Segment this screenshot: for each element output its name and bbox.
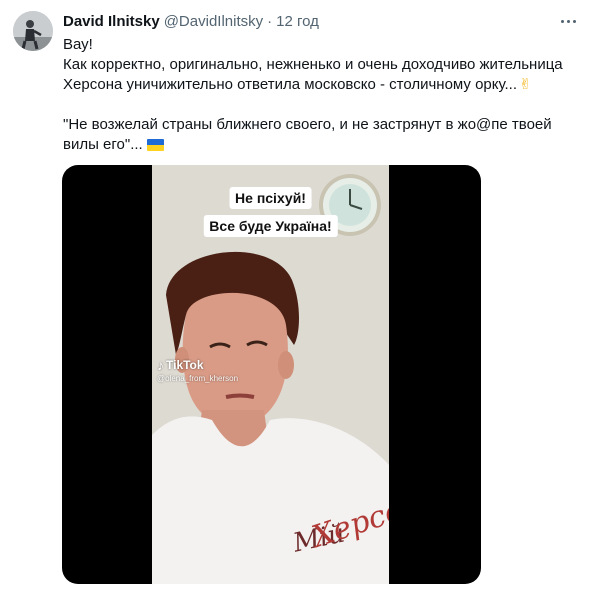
tweet-line: Вау! bbox=[63, 36, 93, 53]
author-handle[interactable]: @DavidIlnitsky bbox=[164, 13, 263, 30]
tweet-line-text: Херсона уничижительно ответила московско… bbox=[63, 76, 517, 93]
avatar-photo-icon bbox=[13, 11, 53, 51]
tweet-text: Вау! Как корректно, оригинально, нежнень… bbox=[63, 35, 583, 155]
quote-line: вилы его"... bbox=[63, 135, 583, 155]
more-dot bbox=[567, 20, 570, 23]
separator: · bbox=[267, 12, 273, 30]
more-dot bbox=[561, 20, 564, 23]
tweet-header: David Ilnitsky @DavidIlnitsky · 12 год bbox=[63, 11, 319, 31]
tiktok-logo: ♪ TikTok bbox=[157, 357, 238, 373]
tweet-line: Как корректно, оригинально, нежненько и … bbox=[63, 56, 563, 73]
video-frame: Мій Херсон Не псіхуй! Все буде Україна! … bbox=[152, 165, 389, 584]
tweet: David Ilnitsky @DavidIlnitsky · 12 год В… bbox=[0, 0, 590, 591]
tiktok-watermark: ♪ TikTok @olena_from_kherson bbox=[157, 357, 238, 383]
video-caption-1: Не псіхуй! bbox=[229, 187, 312, 209]
victory-hand-icon: ✌ bbox=[519, 76, 532, 93]
tweet-line: Херсона уничижительно ответила московско… bbox=[63, 75, 583, 95]
author-name[interactable]: David Ilnitsky bbox=[63, 13, 160, 30]
video-media[interactable]: Мій Херсон Не псіхуй! Все буде Україна! … bbox=[62, 165, 481, 584]
tiktok-label: TikTok bbox=[166, 358, 204, 372]
more-dot bbox=[573, 20, 576, 23]
tiktok-username: @olena_from_kherson bbox=[157, 374, 239, 383]
more-options-icon[interactable] bbox=[558, 12, 580, 30]
video-caption-2: Все буде Україна! bbox=[203, 215, 338, 237]
quote-line: "Не возжелай страны ближнего своего, и н… bbox=[63, 116, 552, 133]
ukraine-flag-icon bbox=[146, 139, 164, 151]
avatar[interactable] bbox=[13, 11, 53, 51]
timestamp[interactable]: 12 год bbox=[276, 13, 319, 30]
tiktok-note-icon: ♪ bbox=[157, 357, 164, 373]
quote-line-text: вилы его"... bbox=[63, 136, 143, 153]
